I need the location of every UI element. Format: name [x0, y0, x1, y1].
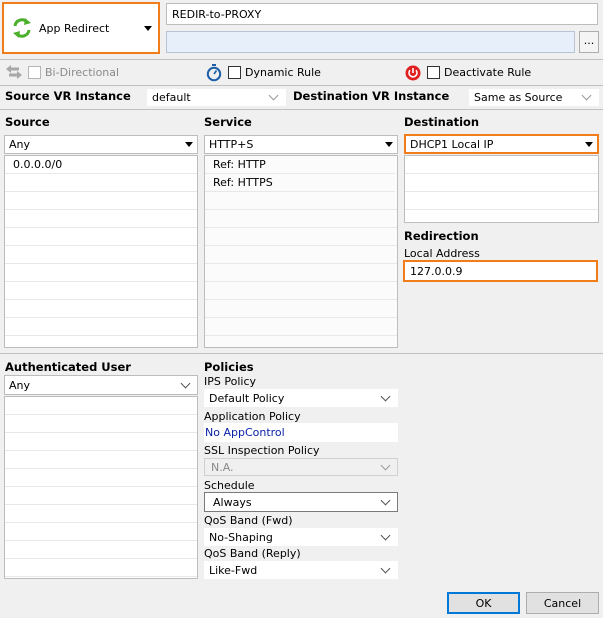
- list-item: [5, 469, 197, 487]
- list-item: [205, 228, 397, 246]
- chevron-down-icon: [581, 90, 592, 101]
- list-item: [5, 451, 197, 469]
- list-item: [5, 174, 197, 192]
- ips-policy-label: IPS Policy: [204, 375, 256, 388]
- divider: [0, 85, 603, 86]
- dynamic-rule-label: Dynamic Rule: [245, 66, 321, 79]
- qos-reply-select[interactable]: Like-Fwd: [204, 561, 398, 579]
- source-select[interactable]: Any: [4, 135, 198, 154]
- chevron-down-icon: [380, 530, 391, 540]
- deactivate-rule-label: Deactivate Rule: [444, 66, 532, 79]
- destination-vr-select[interactable]: Same as Source: [469, 89, 599, 106]
- application-policy-label: Application Policy: [204, 410, 301, 423]
- chevron-down-icon: [380, 391, 391, 401]
- chevron-down-icon: [180, 378, 191, 388]
- list-item: [5, 318, 197, 336]
- ssl-inspection-select[interactable]: N.A.: [204, 458, 398, 476]
- list-item: [5, 210, 197, 228]
- ok-button[interactable]: OK: [447, 592, 520, 614]
- list-item: [5, 523, 197, 541]
- power-icon: [405, 65, 421, 81]
- list-item: [205, 192, 397, 210]
- list-item: [5, 415, 197, 433]
- list-item: [405, 192, 598, 210]
- chevron-down-icon: [380, 563, 391, 573]
- list-item: [5, 300, 197, 318]
- redirection-heading: Redirection: [404, 229, 479, 243]
- redirect-arrows-icon: [11, 17, 33, 39]
- auth-user-list[interactable]: [4, 396, 198, 579]
- schedule-label: Schedule: [204, 479, 255, 492]
- list-item: [5, 487, 197, 505]
- list-item[interactable]: Ref: HTTPS: [205, 174, 395, 192]
- source-vr-label: Source VR Instance: [5, 89, 131, 103]
- list-item: [205, 282, 397, 300]
- ips-policy-select[interactable]: Default Policy: [204, 389, 398, 407]
- policies-heading: Policies: [204, 360, 254, 374]
- list-item: [5, 246, 197, 264]
- divider: [0, 353, 603, 354]
- list-item: [405, 156, 598, 174]
- local-address-label: Local Address: [404, 247, 480, 260]
- qos-reply-label: QoS Band (Reply): [204, 547, 301, 560]
- stopwatch-icon: [206, 64, 222, 82]
- action-label: App Redirect: [39, 21, 110, 35]
- bidirectional-arrows-icon: [5, 64, 23, 80]
- list-item: [205, 300, 397, 318]
- chevron-down-icon: [185, 142, 193, 147]
- ssl-inspection-label: SSL Inspection Policy: [204, 444, 320, 457]
- destination-select[interactable]: DHCP1 Local IP: [404, 134, 599, 154]
- chevron-down-icon: [144, 25, 152, 31]
- auth-user-heading: Authenticated User: [5, 360, 131, 374]
- dynamic-rule-checkbox[interactable]: [228, 66, 241, 79]
- source-heading: Source: [5, 115, 50, 129]
- list-item: [405, 174, 598, 192]
- cancel-button[interactable]: Cancel: [526, 592, 599, 614]
- rule-name-field[interactable]: REDIR-to-PROXY: [166, 3, 598, 25]
- list-item: [205, 210, 397, 228]
- list-item: [205, 318, 397, 336]
- local-address-field[interactable]: 127.0.0.9: [403, 260, 598, 282]
- chevron-down-icon: [385, 142, 393, 147]
- list-item: [5, 541, 197, 559]
- list-item: [205, 264, 397, 282]
- application-policy-field[interactable]: No AppControl: [204, 423, 398, 442]
- list-item: [5, 264, 197, 282]
- chevron-down-icon: [585, 141, 593, 147]
- chevron-down-icon: [380, 460, 391, 470]
- divider: [0, 59, 603, 60]
- list-item: [5, 559, 197, 577]
- auth-user-select[interactable]: Any: [4, 375, 198, 395]
- source-list[interactable]: 0.0.0.0/0: [4, 155, 198, 348]
- list-item: [205, 246, 397, 264]
- chevron-down-icon: [380, 495, 391, 505]
- service-list[interactable]: Ref: HTTP Ref: HTTPS: [204, 155, 398, 348]
- divider: [0, 109, 603, 110]
- destination-list[interactable]: [404, 155, 599, 223]
- service-select[interactable]: HTTP+S: [204, 135, 398, 154]
- browse-button[interactable]: ...: [579, 31, 599, 53]
- deactivate-rule-checkbox[interactable]: [427, 66, 440, 79]
- qos-fwd-select[interactable]: No-Shaping: [204, 528, 398, 546]
- action-selector[interactable]: App Redirect: [2, 2, 160, 54]
- list-item[interactable]: Ref: HTTP: [205, 156, 395, 174]
- qos-fwd-label: QoS Band (Fwd): [204, 514, 293, 527]
- schedule-select[interactable]: Always: [204, 492, 398, 512]
- bidirectional-label: Bi-Directional: [45, 66, 120, 79]
- list-item: [5, 192, 197, 210]
- list-item: [5, 433, 197, 451]
- chevron-down-icon: [268, 90, 279, 101]
- list-item: [5, 505, 197, 523]
- comment-field[interactable]: [166, 31, 575, 53]
- destination-heading: Destination: [404, 115, 480, 129]
- list-item[interactable]: 0.0.0.0/0: [5, 156, 197, 174]
- list-item: [5, 228, 197, 246]
- source-vr-select[interactable]: default: [147, 89, 286, 106]
- list-item: [5, 397, 197, 415]
- list-item: [5, 282, 197, 300]
- destination-vr-label: Destination VR Instance: [293, 89, 450, 103]
- service-heading: Service: [204, 115, 252, 129]
- bidirectional-checkbox[interactable]: [28, 66, 41, 79]
